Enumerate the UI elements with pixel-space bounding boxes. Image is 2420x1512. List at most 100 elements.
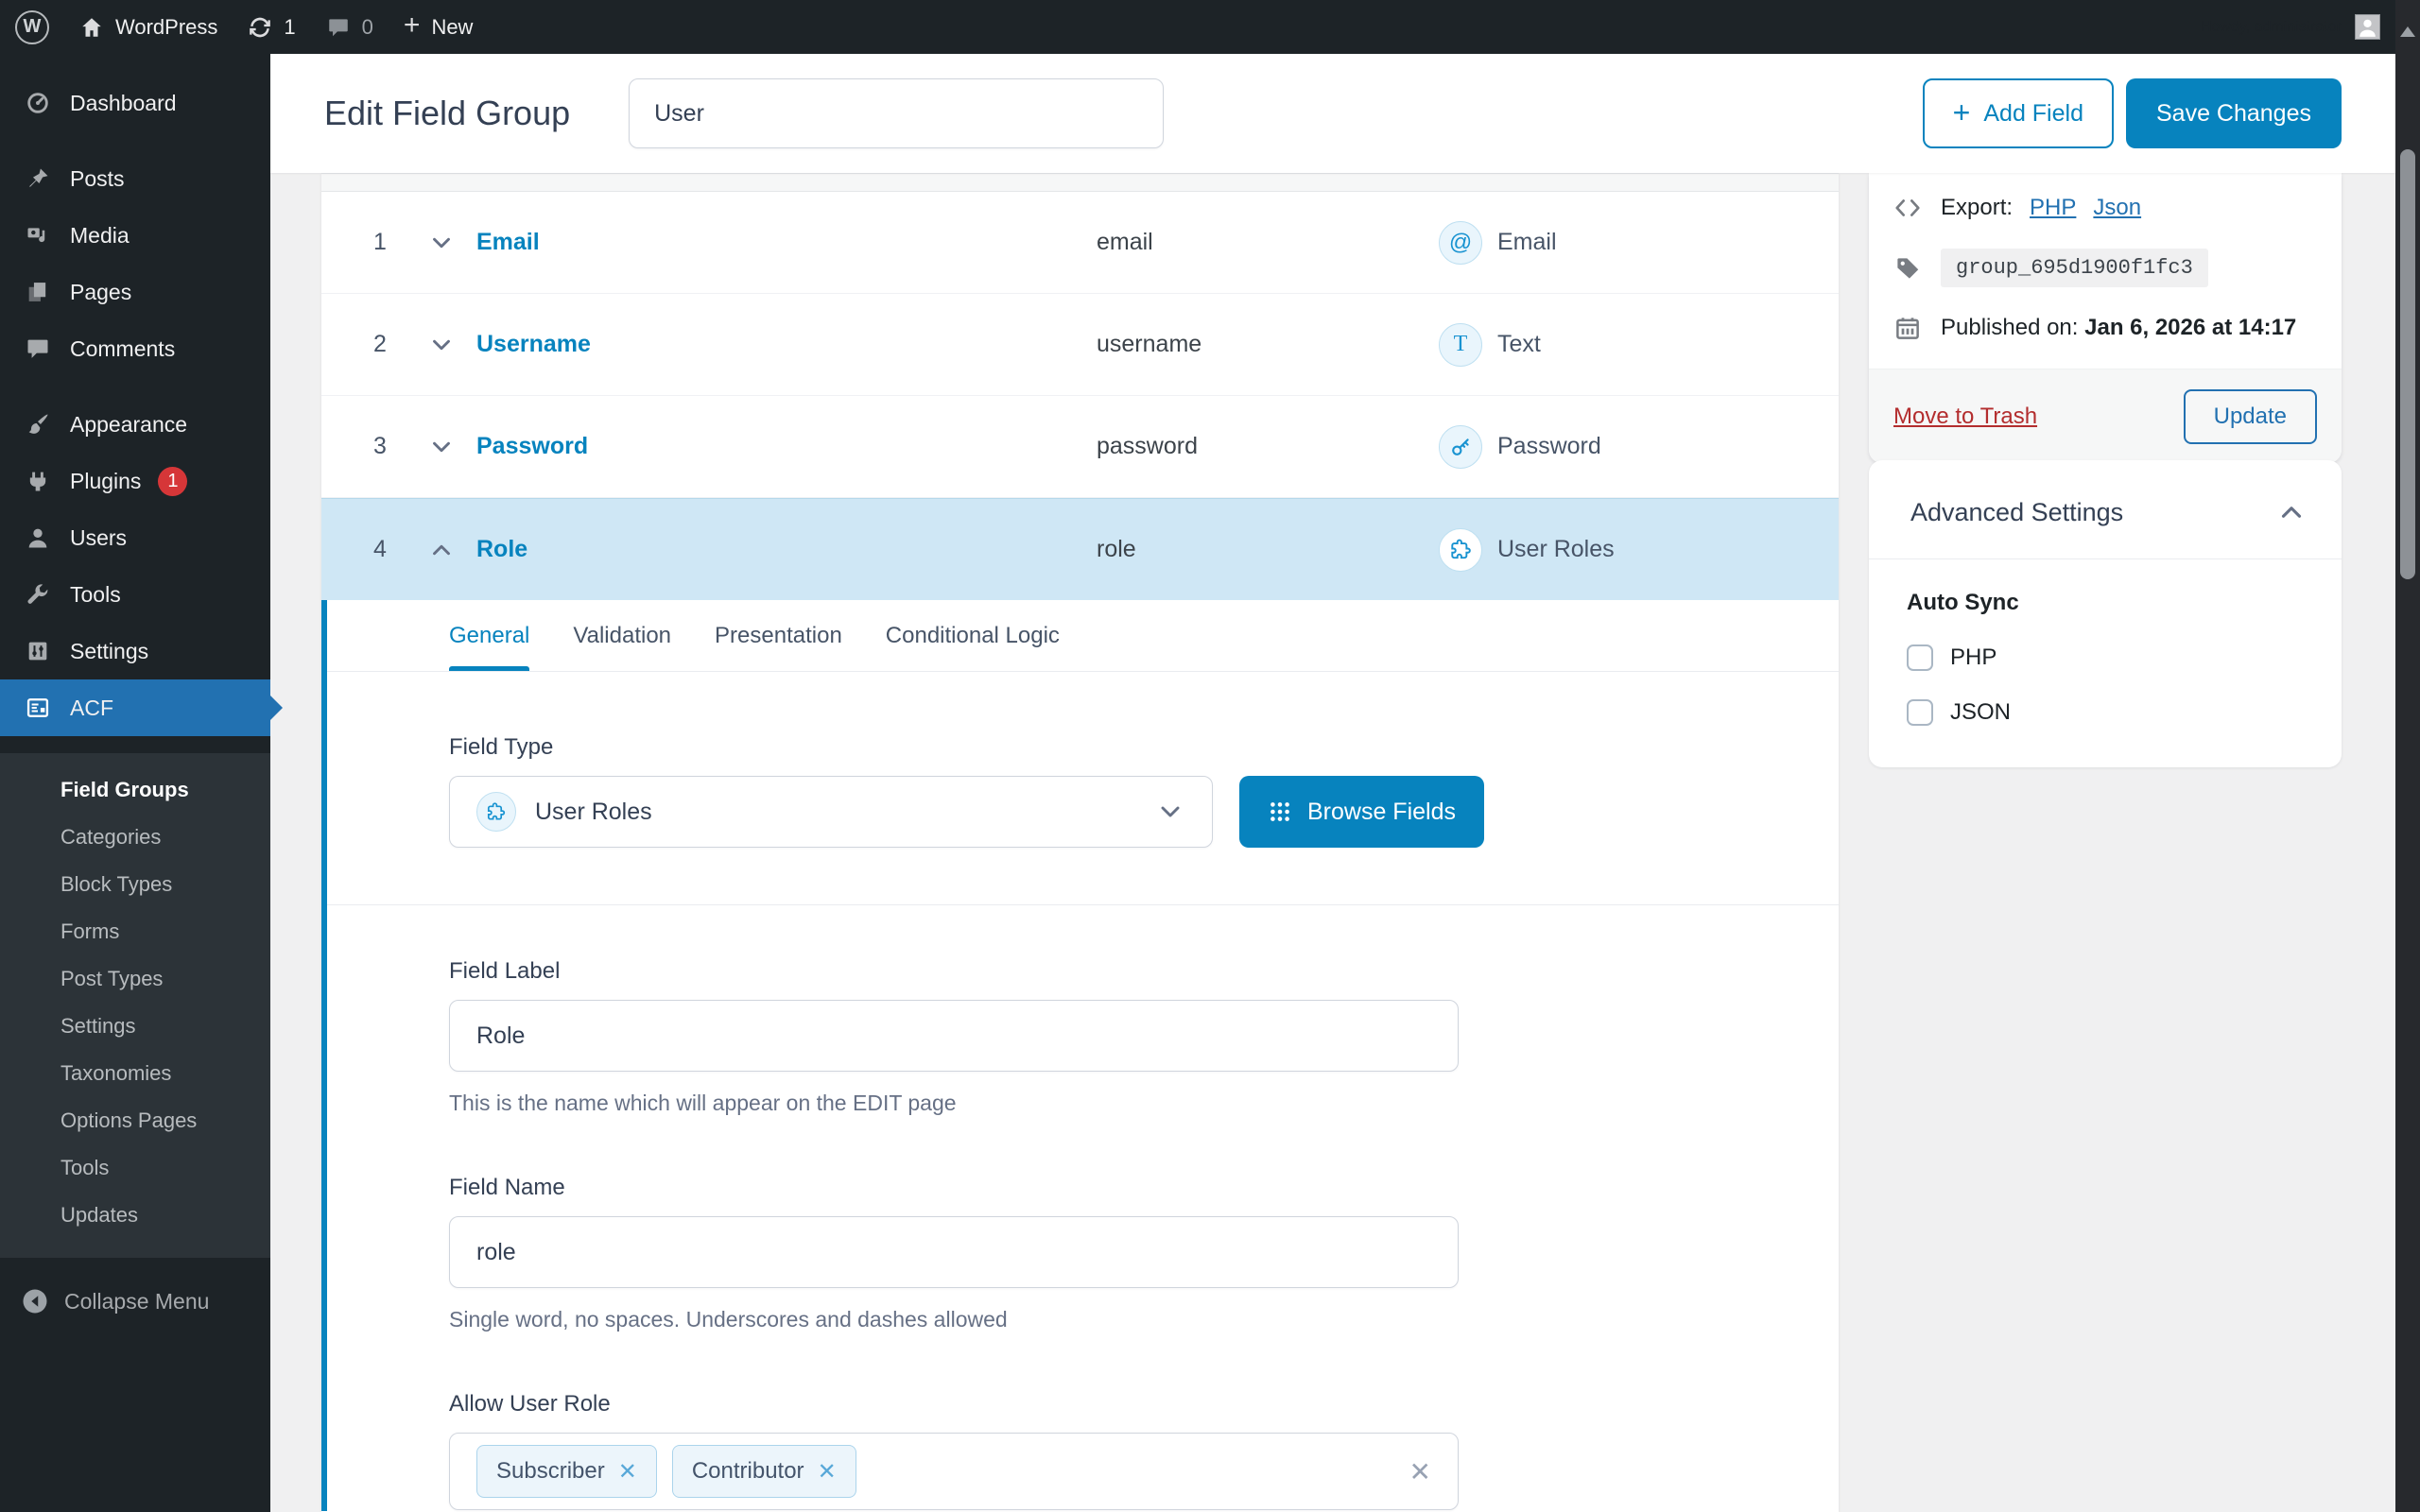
remove-tag-icon[interactable]: ✕	[618, 1458, 637, 1486]
submenu-block-types[interactable]: Block Types	[0, 861, 270, 908]
submenu-categories[interactable]: Categories	[0, 814, 270, 861]
allow-user-role-select[interactable]: Subscriber ✕ Contributor ✕ ✕	[449, 1433, 1459, 1510]
field-order: 1	[365, 229, 395, 256]
advanced-settings-header[interactable]: Advanced Settings	[1869, 460, 2342, 559]
submenu-settings[interactable]: Settings	[0, 1003, 270, 1050]
field-name-input[interactable]	[449, 1216, 1459, 1288]
field-name: username	[1097, 331, 1201, 358]
export-php-link[interactable]: PHP	[2030, 195, 2076, 221]
role-tag-contributor[interactable]: Contributor ✕	[672, 1445, 856, 1498]
sidebar-item-plugins[interactable]: Plugins 1	[0, 453, 270, 509]
json-checkbox[interactable]	[1907, 699, 1933, 726]
export-json-link[interactable]: Json	[2093, 195, 2141, 221]
fields-table-header-strip	[321, 173, 1839, 192]
field-settings-tabs: General Validation Presentation Conditio…	[327, 600, 1839, 672]
submenu-tools[interactable]: Tools	[0, 1144, 270, 1192]
sidebar-item-comments[interactable]: Comments	[0, 320, 270, 377]
submenu-field-groups[interactable]: Field Groups	[0, 766, 270, 814]
plugins-update-badge: 1	[158, 467, 187, 496]
sidebar-item-users[interactable]: Users	[0, 509, 270, 566]
sidebar-item-posts[interactable]: Posts	[0, 150, 270, 207]
plus-icon: +	[1953, 97, 1971, 128]
field-name: password	[1097, 433, 1198, 460]
remove-tag-icon[interactable]: ✕	[818, 1458, 837, 1486]
tag-icon	[1892, 254, 1924, 283]
code-icon	[1892, 194, 1924, 222]
sidebar-item-settings[interactable]: Settings	[0, 623, 270, 679]
scrollbar-thumb[interactable]	[2400, 149, 2415, 579]
scrollbar-up-arrow[interactable]	[2400, 26, 2415, 37]
clear-all-icon[interactable]: ✕	[1409, 1456, 1431, 1487]
field-type-label: Field Type	[449, 734, 1782, 761]
field-row-password[interactable]: 3 Password password Password	[321, 396, 1839, 498]
tab-presentation[interactable]: Presentation	[715, 600, 842, 671]
sliders-icon	[23, 638, 53, 664]
chevron-down-icon[interactable]	[427, 229, 458, 257]
field-label-link[interactable]: Role	[476, 536, 527, 563]
home-icon	[79, 15, 104, 40]
allow-user-role-label: Allow User Role	[449, 1391, 1782, 1418]
comments-count: 0	[362, 15, 373, 40]
move-to-trash-link[interactable]: Move to Trash	[1893, 404, 2037, 430]
group-title-input[interactable]	[629, 78, 1164, 148]
tab-general[interactable]: General	[449, 600, 529, 671]
publish-panel: Export: PHP Json group_695d1900f1fc3 Pub…	[1869, 173, 2342, 463]
puzzle-icon	[476, 792, 516, 832]
chevron-up-icon[interactable]	[427, 536, 458, 564]
sidebar-item-dashboard[interactable]: Dashboard	[0, 75, 270, 131]
field-row-email[interactable]: 1 Email email @ Email	[321, 192, 1839, 294]
howdy-text[interactable]: Howdy, administrator	[2201, 19, 2342, 36]
sidebar-item-appearance[interactable]: Appearance	[0, 396, 270, 453]
field-row-role[interactable]: 4 Role role User Roles	[321, 498, 1839, 600]
chevron-up-icon[interactable]	[2275, 496, 2308, 528]
field-label-label: Field Label	[449, 958, 1782, 985]
field-label-input[interactable]	[449, 1000, 1459, 1072]
chevron-down-icon[interactable]	[427, 433, 458, 461]
field-label-link[interactable]: Password	[476, 433, 588, 460]
field-label-link[interactable]: Username	[476, 331, 591, 358]
sidebar-item-tools[interactable]: Tools	[0, 566, 270, 623]
new-content-menu[interactable]: + New	[389, 0, 489, 54]
calendar-icon	[1892, 314, 1924, 342]
submenu-options-pages[interactable]: Options Pages	[0, 1097, 270, 1144]
php-checkbox[interactable]	[1907, 644, 1933, 671]
submenu-updates[interactable]: Updates	[0, 1192, 270, 1239]
role-tag-subscriber[interactable]: Subscriber ✕	[476, 1445, 657, 1498]
updates-menu[interactable]: 1	[233, 0, 310, 54]
page-header: Edit Field Group + Add Field Save Change…	[270, 54, 2395, 173]
field-type: Password	[1439, 425, 1601, 469]
published-text: Published on: Jan 6, 2026 at 14:17	[1941, 315, 2296, 341]
pages-icon	[23, 279, 53, 305]
field-order: 3	[365, 433, 395, 460]
acf-submenu: Field Groups Categories Block Types Form…	[0, 753, 270, 1258]
tab-validation[interactable]: Validation	[573, 600, 671, 671]
chevron-down-icon[interactable]	[427, 331, 458, 359]
comments-menu[interactable]: 0	[311, 0, 389, 54]
add-field-button[interactable]: + Add Field	[1923, 78, 2114, 148]
tab-conditional-logic[interactable]: Conditional Logic	[886, 600, 1060, 671]
sidebar-item-acf[interactable]: ACF	[0, 679, 270, 736]
submenu-forms[interactable]: Forms	[0, 908, 270, 955]
updates-count: 1	[284, 15, 295, 40]
submenu-taxonomies[interactable]: Taxonomies	[0, 1050, 270, 1097]
sidebar-item-media[interactable]: Media	[0, 207, 270, 264]
wrench-icon	[23, 581, 53, 608]
page-scrollbar[interactable]	[2395, 0, 2420, 1512]
site-name-label: WordPress	[115, 15, 217, 40]
field-row-username[interactable]: 2 Username username T Text	[321, 294, 1839, 396]
site-name-menu[interactable]: WordPress	[64, 0, 233, 54]
avatar[interactable]	[2355, 14, 2380, 40]
field-label-link[interactable]: Email	[476, 229, 540, 256]
wordpress-logo[interactable]: W	[0, 0, 64, 54]
updates-icon	[248, 15, 272, 40]
key-type-icon	[1439, 425, 1482, 469]
sidebar-item-pages[interactable]: Pages	[0, 264, 270, 320]
page-title: Edit Field Group	[324, 94, 570, 133]
browse-fields-button[interactable]: Browse Fields	[1239, 776, 1484, 848]
collapse-menu-button[interactable]: Collapse Menu	[0, 1273, 270, 1330]
puzzle-type-icon	[1439, 528, 1482, 572]
update-button[interactable]: Update	[2184, 389, 2317, 444]
field-type-select[interactable]: User Roles	[449, 776, 1213, 848]
submenu-post-types[interactable]: Post Types	[0, 955, 270, 1003]
save-changes-button[interactable]: Save Changes	[2126, 78, 2342, 148]
